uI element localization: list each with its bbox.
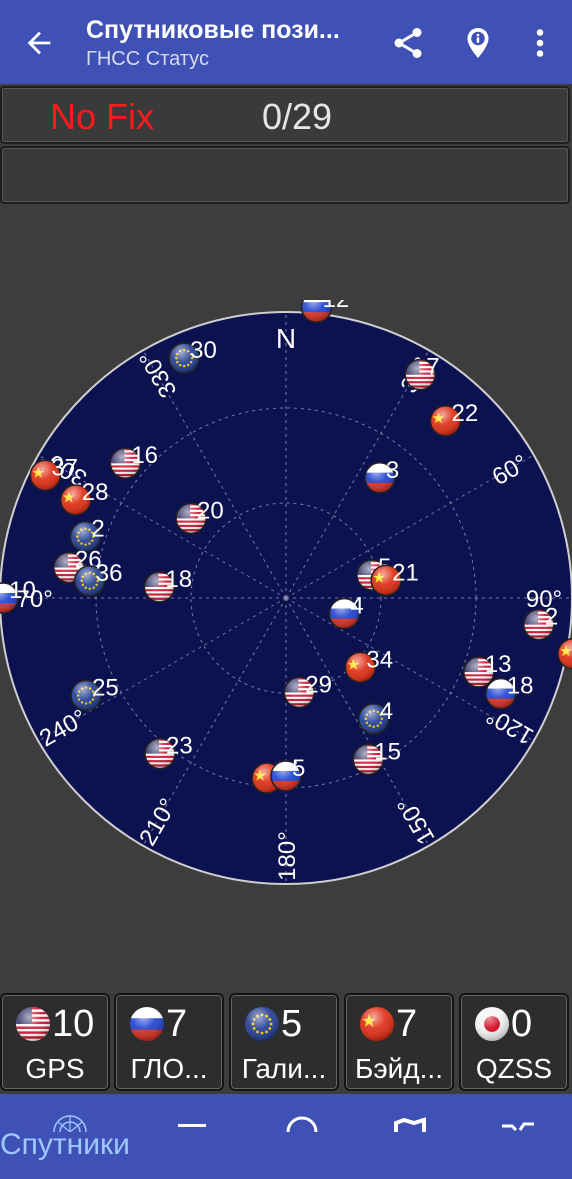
stat-count: 10 (52, 1003, 95, 1045)
info-panel (0, 146, 570, 204)
radar-icon[interactable] (498, 1114, 538, 1132)
satellite-id-label: 7 (426, 354, 439, 381)
satellite-id-label: 37 (51, 454, 78, 481)
stat-qzss[interactable]: 0 QZSS (459, 993, 569, 1091)
satellite-id-label: 22 (451, 400, 478, 427)
stat-label: QZSS (475, 1053, 553, 1084)
satellite-id-label: 16 (131, 442, 158, 469)
stat-count: 7 (396, 1003, 418, 1045)
satellite-id-label: 18 (507, 673, 534, 700)
speed-icon[interactable] (282, 1114, 322, 1132)
sky-plot: N30°60°90°120°150°180°210°240°270°300°33… (0, 300, 572, 885)
satellite-id-label: 4 (380, 698, 393, 725)
page-title: Спутниковые пози... (86, 16, 340, 44)
stat-label: Бэйд... (355, 1053, 443, 1084)
satellite-id-label: 10 (9, 577, 36, 604)
satellite-id-label: 2 (91, 516, 104, 543)
back-arrow-icon[interactable] (22, 26, 56, 60)
us-flag-icon (16, 1007, 50, 1041)
page-subtitle: ГНСС Статус (86, 48, 209, 70)
satellite-id-label: 20 (197, 497, 224, 524)
location-info-icon[interactable] (460, 24, 496, 62)
satellite-id-label: 25 (92, 675, 119, 702)
satellite-id-label: 23 (166, 733, 193, 760)
stat-beidou[interactable]: 7 Бэйд... (344, 993, 454, 1091)
list-icon[interactable] (172, 1114, 212, 1132)
stat-count: 5 (281, 1003, 303, 1045)
ru-flag-icon (130, 1007, 164, 1041)
satellite-id-label: 29 (305, 671, 332, 698)
stat-galileo[interactable]: 5 Гали... (229, 993, 339, 1091)
eu-flag-icon (245, 1007, 279, 1041)
satellite-id-label: 2 (545, 604, 558, 631)
satellite-id-label: 4 (350, 593, 363, 620)
jp-flag-icon (475, 1007, 509, 1041)
satellite-id-label: 3 (386, 457, 399, 484)
satellite-id-label: 5 (292, 755, 305, 782)
stat-label: Гали... (241, 1053, 327, 1084)
bottom-navigation: Спутники (0, 1094, 572, 1179)
share-icon[interactable] (390, 24, 426, 62)
fix-status-panel: No Fix 0/29 (0, 86, 570, 144)
stat-label: GPS (25, 1053, 85, 1084)
map-icon[interactable] (390, 1114, 430, 1132)
satellite-id-label: 30 (190, 337, 217, 364)
satellite-id-label: 15 (374, 738, 401, 765)
stat-count: 0 (511, 1003, 533, 1045)
satellite-id-label: 36 (96, 560, 123, 587)
stat-glonass[interactable]: 7 ГЛО... (114, 993, 224, 1091)
satellite-id-label: 12 (323, 300, 350, 313)
azimuth-label: 180° (274, 831, 301, 881)
satellites-used-count: 0/29 (262, 96, 333, 137)
cn-flag-icon (360, 1007, 394, 1041)
satellite-id-label: 21 (392, 559, 419, 586)
satellite-id-label: 18 (165, 566, 192, 593)
stat-label: ГЛО... (130, 1053, 208, 1084)
fix-status: No Fix (50, 96, 155, 137)
satellite-id-label: 28 (82, 479, 109, 506)
stat-count: 7 (166, 1003, 188, 1045)
nav-label-satellites[interactable]: Спутники (0, 1128, 130, 1162)
stat-gps[interactable]: 10 GPS (0, 993, 110, 1091)
satellite-id-label: 34 (366, 646, 393, 673)
north-label: N (276, 323, 296, 354)
more-options-icon[interactable] (522, 24, 558, 62)
app-bar: Спутниковые пози... ГНСС Статус (0, 0, 572, 84)
